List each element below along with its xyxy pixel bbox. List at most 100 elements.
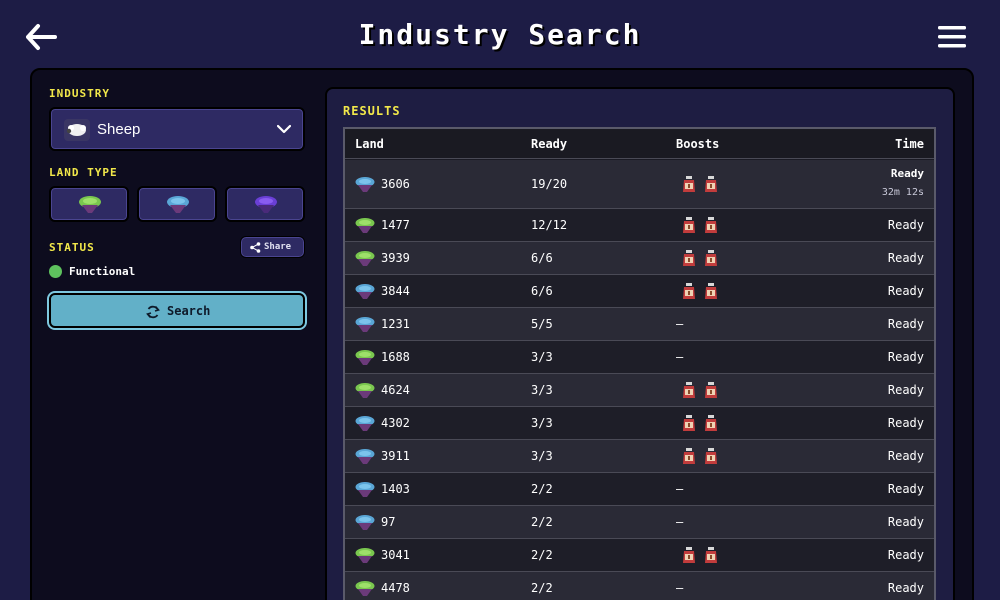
ready-count: 2/2: [531, 515, 553, 529]
land-type-purple-button[interactable]: [225, 186, 305, 222]
boost-potion-icon: [703, 415, 719, 437]
boost-potion-icon: [681, 448, 697, 470]
land-id[interactable]: 97: [381, 515, 395, 529]
land-id[interactable]: 3844: [381, 284, 410, 298]
table-row[interactable]: 1688 3/3 – Ready: [345, 341, 934, 374]
menu-button[interactable]: [936, 22, 968, 52]
green-land-icon: [79, 196, 101, 213]
boosts-empty: –: [676, 350, 684, 364]
boost-potion-icon: [703, 176, 719, 198]
column-header-time[interactable]: Time: [895, 137, 924, 151]
table-row[interactable]: 4624 3/3 Ready: [345, 374, 934, 407]
blue-land-icon: [167, 196, 189, 213]
column-header-boosts[interactable]: Boosts: [676, 137, 719, 151]
blue-land-icon: [355, 177, 375, 192]
share-icon: [250, 242, 261, 253]
ready-count: 6/6: [531, 284, 553, 298]
ready-count: 19/20: [531, 177, 568, 191]
land-id[interactable]: 3939: [381, 251, 410, 265]
table-row[interactable]: 3939 6/6 Ready: [345, 242, 934, 275]
green-land-icon: [355, 251, 375, 266]
time-status: Ready: [887, 548, 924, 562]
table-header: Land Ready Boosts Time: [345, 129, 934, 159]
land-id[interactable]: 3041: [381, 548, 410, 562]
boosts-cell: [681, 250, 725, 272]
blue-land-icon: [355, 449, 375, 464]
boost-potion-icon: [681, 283, 697, 305]
boost-potion-icon: [703, 448, 719, 470]
boosts-cell: [681, 547, 725, 569]
land-type-blue-button[interactable]: [137, 186, 217, 222]
industry-value: Sheep: [97, 121, 141, 138]
land-id[interactable]: 3606: [381, 177, 410, 191]
blue-land-icon: [355, 515, 375, 530]
table-row[interactable]: 4302 3/3 Ready: [345, 407, 934, 440]
results-table: Land Ready Boosts Time 3606 19/20 Ready 32m…: [343, 127, 936, 600]
ready-count: 12/12: [531, 218, 568, 232]
time-status: Ready: [887, 350, 924, 364]
land-id[interactable]: 1403: [381, 482, 410, 496]
table-row[interactable]: 3911 3/3 Ready: [345, 440, 934, 473]
green-land-icon: [355, 218, 375, 233]
ready-count: 5/5: [531, 317, 553, 331]
table-row[interactable]: 1231 5/5 – Ready: [345, 308, 934, 341]
boosts-empty: –: [676, 482, 684, 496]
green-land-icon: [355, 350, 375, 365]
boost-potion-icon: [681, 382, 697, 404]
boost-potion-icon: [681, 250, 697, 272]
table-row[interactable]: 4478 2/2 – Ready: [345, 572, 934, 600]
time-status: Ready: [887, 416, 924, 430]
status-value[interactable]: Functional: [69, 265, 135, 278]
ready-count: 3/3: [531, 416, 553, 430]
time-remaining: 32m 12s: [881, 187, 924, 198]
table-row[interactable]: 97 2/2 – Ready: [345, 506, 934, 539]
land-id[interactable]: 3911: [381, 449, 410, 463]
ready-count: 6/6: [531, 251, 553, 265]
refresh-icon: [146, 305, 160, 319]
blue-land-icon: [355, 416, 375, 431]
ready-count: 3/3: [531, 350, 553, 364]
status-dot[interactable]: [49, 265, 62, 278]
land-type-green-button[interactable]: [49, 186, 129, 222]
ready-count: 2/2: [531, 482, 553, 496]
industry-select[interactable]: Sheep: [49, 107, 305, 151]
boost-potion-icon: [703, 382, 719, 404]
search-label: Search: [167, 304, 211, 318]
boosts-cell: [681, 217, 725, 239]
land-id[interactable]: 1477: [381, 218, 410, 232]
land-id[interactable]: 1688: [381, 350, 410, 364]
boost-potion-icon: [681, 217, 697, 239]
share-button[interactable]: Share: [240, 236, 305, 258]
results-label: RESULTS: [343, 104, 401, 118]
land-id[interactable]: 4624: [381, 383, 410, 397]
land-id[interactable]: 1231: [381, 317, 410, 331]
blue-land-icon: [355, 284, 375, 299]
ready-count: 3/3: [531, 449, 553, 463]
boosts-empty: –: [676, 317, 684, 331]
purple-land-icon: [255, 196, 277, 213]
boost-potion-icon: [681, 547, 697, 569]
boosts-empty: –: [676, 581, 684, 595]
table-row[interactable]: 3041 2/2 Ready: [345, 539, 934, 572]
search-button[interactable]: Search: [49, 293, 305, 328]
land-type-label: LAND TYPE: [49, 166, 118, 179]
green-land-icon: [355, 581, 375, 596]
table-row[interactable]: 3844 6/6 Ready: [345, 275, 934, 308]
time-status: Ready: [887, 482, 924, 496]
column-header-ready[interactable]: Ready: [531, 137, 567, 151]
boost-potion-icon: [681, 176, 697, 198]
land-id[interactable]: 4478: [381, 581, 410, 595]
boosts-empty: –: [676, 515, 684, 529]
time-status: Ready: [887, 251, 924, 265]
table-row[interactable]: 1403 2/2 – Ready: [345, 473, 934, 506]
table-row[interactable]: 1477 12/12 Ready: [345, 209, 934, 242]
boost-potion-icon: [703, 250, 719, 272]
ready-count: 3/3: [531, 383, 553, 397]
boost-potion-icon: [703, 547, 719, 569]
green-land-icon: [355, 383, 375, 398]
land-id[interactable]: 4302: [381, 416, 410, 430]
share-label: Share: [264, 242, 292, 252]
table-row[interactable]: 3606 19/20 Ready 32m 12s: [345, 160, 934, 209]
industry-label: INDUSTRY: [49, 87, 110, 100]
column-header-land[interactable]: Land: [355, 137, 384, 151]
